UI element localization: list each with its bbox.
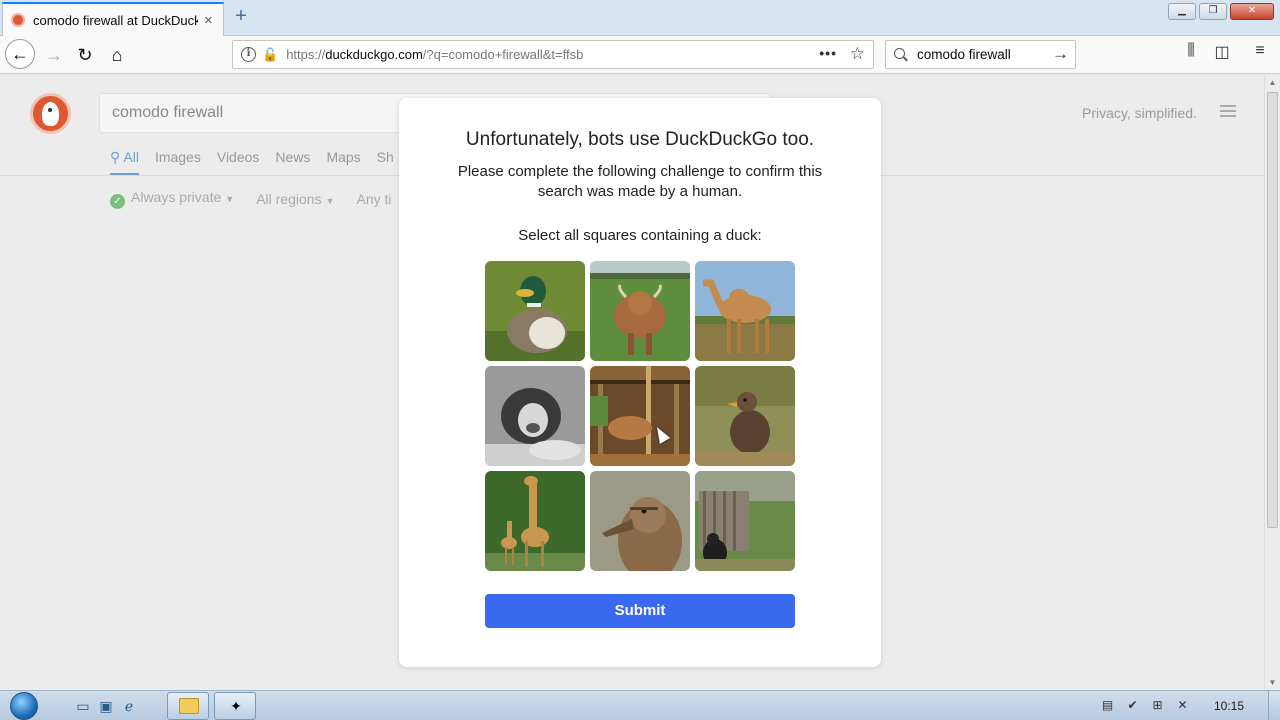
- bot-challenge-modal: Unfortunately, bots use DuckDuckGo too. …: [399, 98, 881, 667]
- page-actions-icon[interactable]: •••: [819, 45, 837, 61]
- tab-maps[interactable]: Maps: [326, 149, 360, 175]
- window-controls: ▁ ❐ ✕: [1168, 3, 1274, 20]
- start-button[interactable]: [6, 691, 46, 720]
- cow-image: [590, 261, 690, 361]
- tile-giraffes[interactable]: [485, 471, 585, 571]
- tile-highland-cow[interactable]: [590, 261, 690, 361]
- scroll-thumb[interactable]: [1267, 92, 1278, 528]
- tab-bar: comodo firewall at DuckDuckGo × + ▁ ❐ ✕: [0, 0, 1280, 36]
- tile-gorilla[interactable]: [695, 471, 795, 571]
- tab-title: comodo firewall at DuckDuckGo: [33, 12, 198, 28]
- submit-button[interactable]: Submit: [485, 594, 795, 628]
- check-icon: ✓: [110, 194, 125, 209]
- url-scheme: https://: [286, 47, 326, 62]
- url-path: /?q=comodo+firewall&t=ffsb: [422, 47, 584, 62]
- ddg-result-tabs: ⚲ All Images Videos News Maps Sh: [110, 149, 394, 175]
- windows-logo-icon: [10, 692, 38, 720]
- library-icon[interactable]: ⫼: [1178, 42, 1204, 60]
- bookmark-star-icon[interactable]: ☆: [850, 44, 865, 64]
- camel-image: [695, 261, 795, 361]
- tile-duck-head[interactable]: [590, 471, 690, 571]
- duckduckgo-favicon-icon: [11, 13, 25, 27]
- reload-button[interactable]: ↻: [71, 41, 99, 69]
- scroll-down-icon[interactable]: ▼: [1265, 675, 1280, 690]
- app-icon: ✦: [230, 698, 242, 714]
- challenge-image-grid: [485, 261, 795, 571]
- url-host: duckduckgo.com: [325, 47, 423, 62]
- windows-taskbar: ▭ ▣ ℯ ✦ ▤ ✔ ⊞ ✕ 10:15: [0, 690, 1280, 720]
- close-window-button[interactable]: ✕: [1230, 3, 1274, 20]
- modal-subtitle: Please complete the following challenge …: [457, 163, 823, 200]
- scroll-up-icon[interactable]: ▲: [1265, 75, 1280, 90]
- challenge-instruction: Select all squares containing a duck:: [518, 227, 762, 244]
- tab-all[interactable]: ⚲ All: [110, 149, 139, 175]
- minimize-button[interactable]: ▁: [1168, 3, 1196, 20]
- tab-images[interactable]: Images: [155, 149, 201, 175]
- home-button[interactable]: ⌂: [103, 41, 131, 69]
- volume-muted-icon[interactable]: ✕: [1175, 698, 1190, 713]
- system-tray: ▤ ✔ ⊞ ✕: [1100, 698, 1190, 713]
- address-bar[interactable]: i 🔓 https://duckduckgo.com/?q=comodo+fir…: [232, 40, 874, 69]
- tile-camel[interactable]: [695, 261, 795, 361]
- maximize-button[interactable]: ❐: [1199, 3, 1227, 20]
- duck-image: [485, 261, 585, 361]
- page-scrollbar[interactable]: ▲ ▼: [1264, 75, 1280, 690]
- site-info-icon[interactable]: i: [241, 47, 256, 62]
- tile-lion[interactable]: [485, 366, 585, 466]
- menu-icon[interactable]: ≡: [1247, 42, 1273, 60]
- ddg-menu-icon[interactable]: [1220, 105, 1236, 117]
- show-desktop-icon[interactable]: ▭: [74, 697, 92, 715]
- browser-search-bar[interactable]: comodo firewall →: [885, 40, 1076, 69]
- forward-button[interactable]: →: [40, 41, 68, 69]
- tab-videos[interactable]: Videos: [217, 149, 260, 175]
- back-button[interactable]: ←: [5, 39, 35, 69]
- tab-active[interactable]: comodo firewall at DuckDuckGo ×: [2, 2, 224, 36]
- lock-icon[interactable]: 🔓: [262, 47, 278, 63]
- taskbar-clock[interactable]: 10:15: [1214, 699, 1244, 713]
- duckling-image: [695, 366, 795, 466]
- duck-head-image: [590, 471, 690, 571]
- lion-image: [485, 366, 585, 466]
- folder-icon: [179, 698, 199, 714]
- tab-shopping[interactable]: Sh: [377, 149, 394, 175]
- tab-close-icon[interactable]: ×: [204, 12, 213, 29]
- tab-news[interactable]: News: [275, 149, 310, 175]
- tile-duckling[interactable]: [695, 366, 795, 466]
- taskbar-firefox-button[interactable]: ✦: [214, 692, 256, 720]
- internet-explorer-icon[interactable]: ℯ: [120, 697, 138, 715]
- switch-windows-icon[interactable]: ▣: [97, 697, 115, 715]
- browser-search-input[interactable]: comodo firewall: [917, 47, 1011, 62]
- duckduckgo-logo[interactable]: [30, 93, 71, 134]
- filter-regions[interactable]: All regions ▼: [256, 191, 334, 207]
- modal-title: Unfortunately, bots use DuckDuckGo too.: [465, 129, 815, 150]
- tile-barn-cattle[interactable]: [590, 366, 690, 466]
- gorilla-image: [695, 471, 795, 571]
- sidebar-icon[interactable]: ◫: [1209, 42, 1235, 62]
- new-tab-button[interactable]: +: [230, 5, 252, 27]
- search-icon: [894, 47, 908, 62]
- tile-duck-mallard[interactable]: [485, 261, 585, 361]
- filter-time[interactable]: Any ti: [356, 191, 391, 207]
- url-text[interactable]: https://duckduckgo.com/?q=comodo+firewal…: [286, 47, 583, 62]
- giraffe-image: [485, 471, 585, 571]
- taskbar-explorer-button[interactable]: [167, 692, 209, 720]
- network-icon[interactable]: ⊞: [1150, 698, 1165, 713]
- ddg-filters: ✓ Always private ▼ All regions ▼ Any ti: [110, 189, 392, 209]
- show-desktop-button[interactable]: [1268, 691, 1280, 720]
- barn-image: [590, 366, 690, 466]
- filter-always-private[interactable]: ✓ Always private ▼: [110, 189, 234, 209]
- search-go-icon[interactable]: →: [1052, 44, 1069, 64]
- security-icon[interactable]: ✔: [1125, 698, 1140, 713]
- navigation-bar: ← → ↻ ⌂ i 🔓 https://duckduckgo.com/?q=co…: [0, 36, 1280, 74]
- privacy-tagline[interactable]: Privacy, simplified.: [1082, 105, 1197, 121]
- action-center-icon[interactable]: ▤: [1100, 698, 1115, 713]
